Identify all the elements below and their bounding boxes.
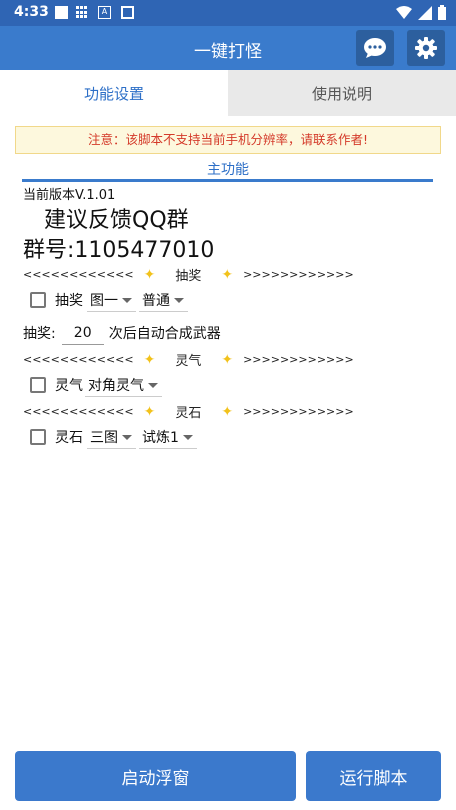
feedback-label: 建议反馈QQ群 [44,208,189,233]
chevron-down-icon [122,435,132,440]
spirit-stone-map-value: 三图 [90,429,118,446]
wifi-icon [396,5,412,19]
lottery-map-value: 图一 [90,292,118,309]
lottery-label: 抽奖 [55,293,83,309]
chevron-down-icon [182,435,193,440]
status-time: 4:33 [14,4,49,20]
divider-left-arrows: <<<<<<<<<<<< [23,353,134,366]
chat-bubble-icon [364,38,386,58]
divider-label-aura: 灵气 [175,354,202,369]
tab-feature-settings[interactable]: 功能设置 [0,70,228,116]
lottery-count-suffix: 次后自动合成武器 [108,326,221,342]
outline-square-icon [121,6,134,19]
spirit-stone-mode-select[interactable]: 试炼1 [139,425,197,449]
start-float-window-button[interactable]: 启动浮窗 [15,751,296,801]
resolution-warning: 注意：该脚本不支持当前手机分辨率，请联系作者! [15,126,441,154]
section-title: 主功能 [207,162,249,178]
status-bar: 4:33 A [0,0,456,26]
battery-icon [438,5,446,20]
lottery-count-input[interactable]: 20 [61,321,104,345]
group-number: 群号:1105477010 [23,238,215,263]
spirit-stone-label: 灵石 [55,430,83,446]
chevron-down-icon [122,298,132,303]
divider-label-spirit-stone: 灵石 [175,406,202,421]
spirit-stone-row: 灵石 三图 试炼1 [30,425,197,449]
divider-left-arrows: <<<<<<<<<<<< [23,405,134,418]
sparkle-icon: ✦ [221,403,234,420]
app-notification-icon: A [98,6,111,19]
chevron-down-icon [174,298,184,303]
divider-right-arrows: >>>>>>>>>>>> [243,353,354,366]
run-script-button[interactable]: 运行脚本 [306,751,441,801]
notification-square-icon [55,6,68,19]
divider-right-arrows: >>>>>>>>>>>> [243,405,354,418]
aura-row: 灵气 对角灵气 [30,373,162,397]
spirit-stone-checkbox[interactable] [30,429,46,445]
status-icons [396,5,446,20]
signal-icon [418,5,432,20]
divider-lottery: <<<<<<<<<<<< ✦ 抽奖 ✦ >>>>>>>>>>>> [23,265,354,285]
lottery-count-prefix: 抽奖: [23,326,56,342]
tab-bar: 功能设置 使用说明 [0,70,456,116]
sparkle-icon: ✦ [143,351,156,368]
chevron-down-icon [148,383,158,388]
gear-icon [415,37,437,59]
divider-left-arrows: <<<<<<<<<<<< [23,268,134,281]
aura-option-select[interactable]: 对角灵气 [85,373,162,397]
divider-right-arrows: >>>>>>>>>>>> [243,268,354,281]
aura-option-value: 对角灵气 [88,377,144,394]
divider-label-lottery: 抽奖 [175,269,202,284]
tab-instructions[interactable]: 使用说明 [228,70,456,116]
sparkle-icon: ✦ [143,403,156,420]
version-label: 当前版本V.1.01 [23,188,116,203]
divider-spirit-stone: <<<<<<<<<<<< ✦ 灵石 ✦ >>>>>>>>>>>> [23,402,354,422]
lottery-mode-select[interactable]: 普通 [139,288,188,312]
divider-aura: <<<<<<<<<<<< ✦ 灵气 ✦ >>>>>>>>>>>> [23,350,354,370]
lottery-mode-value: 普通 [142,292,170,309]
lottery-checkbox[interactable] [30,292,46,308]
sparkle-icon: ✦ [221,266,234,283]
spirit-stone-map-select[interactable]: 三图 [87,425,136,449]
sparkle-icon: ✦ [143,266,156,283]
lottery-row: 抽奖 图一 普通 [30,288,188,312]
section-divider [22,179,433,182]
aura-checkbox[interactable] [30,377,46,393]
grid-icon [76,6,89,19]
lottery-count-row: 抽奖: 20 次后自动合成武器 [23,321,221,345]
aura-label: 灵气 [55,378,83,394]
spirit-stone-mode-value: 试炼1 [142,429,179,446]
app-bar: 一键打怪 [0,26,456,70]
chat-button[interactable] [356,30,394,66]
sparkle-icon: ✦ [221,351,234,368]
settings-button[interactable] [407,30,445,66]
lottery-map-select[interactable]: 图一 [87,288,136,312]
